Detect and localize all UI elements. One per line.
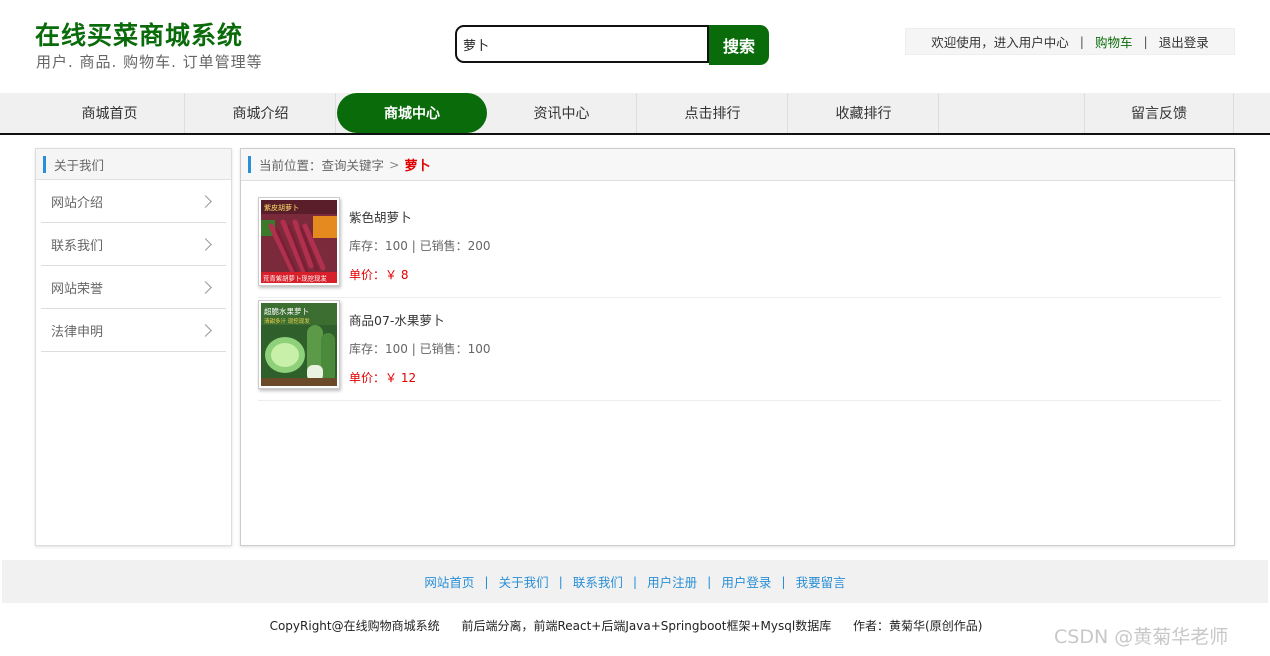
chevron-right-icon — [199, 280, 212, 294]
product-image[interactable]: 超脆水果萝卜 清甜多汁 现挖现发 — [258, 300, 340, 389]
product-name[interactable]: 紫色胡萝卜 — [349, 207, 412, 226]
cart-link[interactable]: 购物车 — [1095, 32, 1133, 51]
site-subtitle: 用户. 商品. 购物车. 订单管理等 — [36, 53, 263, 71]
sidebar-heading: 关于我们 — [36, 149, 231, 180]
product-stock: 库存：100 | 已销售：200 — [349, 239, 491, 253]
sidebar-item-honors[interactable]: 网站荣誉 — [41, 266, 226, 309]
breadcrumb-keyword: 萝卜 — [404, 159, 431, 174]
divider: | — [632, 574, 638, 589]
sidebar-item-legal[interactable]: 法律申明 — [41, 309, 226, 352]
breadcrumb-path[interactable]: 查询关键字 — [322, 155, 385, 174]
tech-stack-text: 前后端分离，前端React+后端Java+Springboot框架+Mysql数… — [461, 619, 832, 633]
nav-item-intro[interactable]: 商城介绍 — [186, 93, 336, 133]
user-center-link[interactable]: 欢迎使用，进入用户中心 — [931, 32, 1069, 51]
divider: | — [707, 574, 712, 589]
nav-item-mall-center[interactable]: 商城中心 — [337, 93, 487, 133]
heading-marker — [248, 156, 251, 173]
sidebar-heading-label: 关于我们 — [54, 157, 105, 173]
product-stock: 库存：100 | 已销售：100 — [349, 342, 491, 356]
main-content: 当前位置： 查询关键字 > 萝卜 紫皮胡萝卜 荒青紫胡萝卜现挖现发 紫色胡萝卜 … — [240, 148, 1235, 546]
product-price: 单价：￥ 8 — [349, 268, 409, 282]
nav-item-feedback[interactable]: 留言反馈 — [1084, 93, 1234, 133]
sidebar-item-label: 网站介绍 — [51, 195, 104, 211]
sidebar-item-label: 网站荣誉 — [51, 281, 104, 297]
footer-link-message[interactable]: 我要留言 — [796, 572, 846, 591]
sidebar: 关于我们 网站介绍 联系我们 网站荣誉 法律申明 — [35, 148, 232, 546]
footer-links: 网站首页 | 关于我们 | 联系我们 | 用户注册 | 用户登录 | 我要留言 — [2, 560, 1268, 603]
nav-item-news[interactable]: 资讯中心 — [487, 93, 637, 133]
product-item[interactable]: 紫皮胡萝卜 荒青紫胡萝卜现挖现发 紫色胡萝卜 库存：100 | 已销售：200 … — [258, 197, 1221, 298]
image-caption: 紫皮胡萝卜 — [264, 203, 299, 212]
breadcrumb: 当前位置： 查询关键字 > 萝卜 — [241, 149, 1234, 181]
heading-marker — [43, 155, 46, 173]
copyright-text: CopyRight@在线购物商城系统 — [269, 619, 440, 633]
breadcrumb-prefix: 当前位置： — [259, 158, 322, 173]
product-item[interactable]: 超脆水果萝卜 清甜多汁 现挖现发 商品07-水果萝卜 库存：100 | 已销售：… — [258, 300, 1221, 401]
footer-link-home[interactable]: 网站首页 — [424, 572, 474, 591]
user-bar: 欢迎使用，进入用户中心 | 购物车 | 退出登录 — [905, 28, 1235, 55]
watermark: CSDN @黄菊华老师 — [1054, 626, 1229, 648]
search-input[interactable] — [461, 27, 695, 61]
author-text: 作者：黄菊华(原创作品) — [853, 619, 983, 633]
image-caption: 清甜多汁 现挖现发 — [264, 317, 310, 325]
main-nav: 商城首页 商城介绍 商城中心 资讯中心 点击排行 收藏排行 留言反馈 — [0, 93, 1270, 135]
image-caption: 荒青紫胡萝卜现挖现发 — [263, 274, 328, 283]
divider: | — [1079, 34, 1084, 49]
divider: | — [558, 574, 563, 589]
chevron-right-icon — [199, 237, 212, 251]
search-button[interactable]: 搜索 — [709, 25, 769, 65]
site-title: 在线买菜商城系统 — [35, 21, 244, 50]
sidebar-item-contact[interactable]: 联系我们 — [41, 223, 226, 266]
sidebar-item-site-intro[interactable]: 网站介绍 — [41, 180, 226, 223]
product-price: 单价：￥ 12 — [349, 371, 417, 385]
breadcrumb-separator: > — [389, 157, 400, 172]
footer-link-login[interactable]: 用户登录 — [721, 572, 771, 591]
divider: | — [484, 574, 489, 589]
footer-link-contact[interactable]: 联系我们 — [573, 572, 623, 591]
search-box[interactable] — [455, 25, 709, 63]
logout-link[interactable]: 退出登录 — [1159, 32, 1209, 51]
nav-item-home[interactable]: 商城首页 — [35, 93, 185, 133]
divider: | — [781, 574, 786, 589]
divider: | — [1143, 34, 1148, 49]
product-name[interactable]: 商品07-水果萝卜 — [349, 310, 444, 329]
image-caption: 超脆水果萝卜 — [264, 306, 309, 316]
sidebar-item-label: 联系我们 — [51, 238, 104, 254]
footer-link-about[interactable]: 关于我们 — [499, 572, 549, 591]
product-image[interactable]: 紫皮胡萝卜 荒青紫胡萝卜现挖现发 — [258, 197, 340, 286]
nav-item-click-rank[interactable]: 点击排行 — [638, 93, 788, 133]
footer-link-register[interactable]: 用户注册 — [647, 572, 697, 591]
chevron-right-icon — [199, 194, 212, 208]
sidebar-item-label: 法律申明 — [51, 324, 104, 340]
chevron-right-icon — [199, 323, 212, 337]
nav-item-favorite-rank[interactable]: 收藏排行 — [789, 93, 939, 133]
